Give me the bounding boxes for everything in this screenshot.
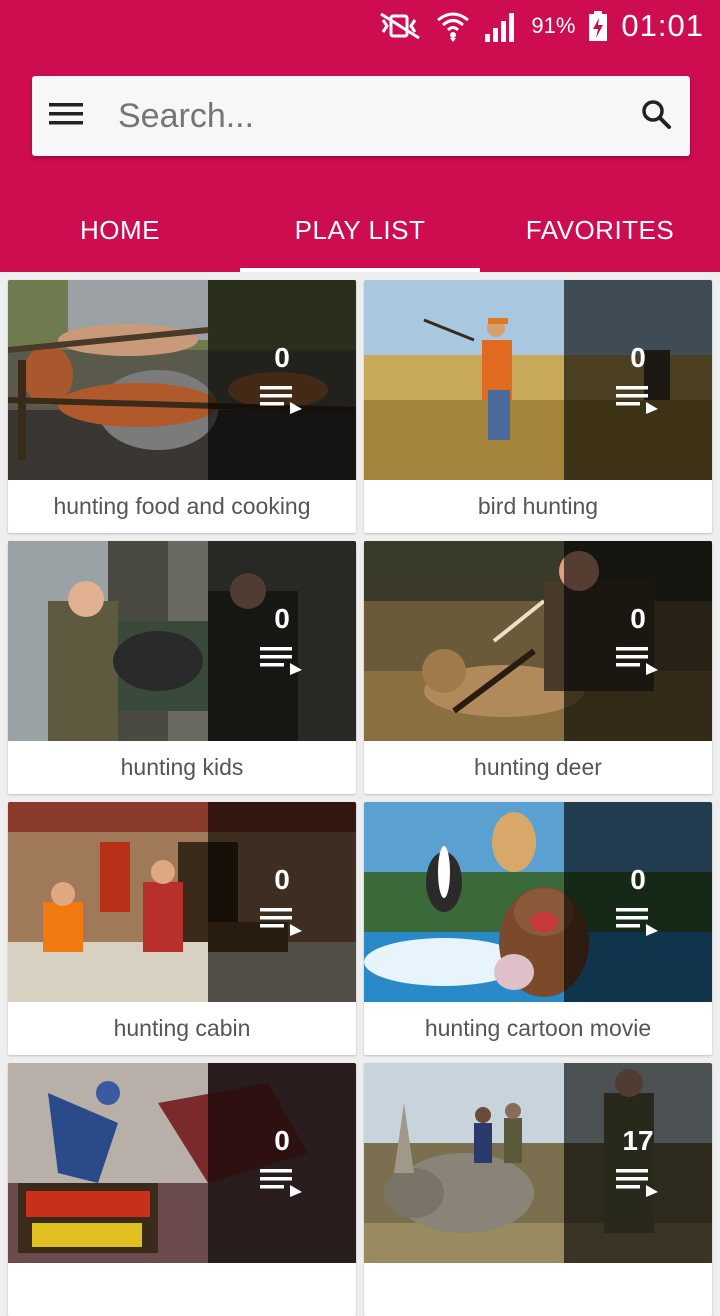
playlist-play-icon (260, 906, 304, 936)
playlist-title: hunting deer (474, 754, 602, 780)
playlist-overlay: 0 (208, 280, 356, 480)
tab-bar: HOME PLAY LIST FAVORITES (0, 188, 720, 272)
playlist-title: hunting cartoon movie (424, 1015, 652, 1041)
video-count: 0 (630, 342, 646, 373)
status-bar: 91% 01:01 (0, 0, 720, 52)
playlist-title: bird hunting (477, 493, 599, 519)
video-count: 0 (274, 342, 290, 373)
playlist-card[interactable]: 0 hunting deer (364, 541, 712, 794)
playlist-card[interactable]: 0 hunting cartoon movie (364, 802, 712, 1055)
playlist-overlay: 0 (208, 802, 356, 1002)
playlist-overlay: 17 (564, 1063, 712, 1263)
playlist-thumbnail: 0 (8, 1063, 356, 1263)
search-bar (32, 76, 690, 156)
playlist-thumbnail: 0 (8, 541, 356, 741)
playlist-overlay: 0 (208, 541, 356, 741)
playlist-thumbnail: 0 (364, 802, 712, 1002)
tab-label: PLAY LIST (294, 214, 426, 245)
playlist-thumbnail: 17 (364, 1063, 712, 1263)
playlist-card[interactable]: 17 (364, 1063, 712, 1316)
app-bar: 91% 01:01 HOME PLAY LIST FAVORITES (0, 0, 720, 272)
signal-icon (483, 10, 519, 42)
status-time: 01:01 (621, 8, 704, 43)
video-count: 0 (274, 603, 290, 634)
playlist-title: hunting cabin (113, 1015, 251, 1041)
wifi-icon (435, 10, 471, 42)
video-count: 17 (622, 1125, 654, 1156)
tab-home[interactable]: HOME (0, 188, 240, 272)
playlist-overlay: 0 (564, 802, 712, 1002)
playlist-overlay: 0 (564, 541, 712, 741)
battery-percent: 91% (531, 13, 576, 38)
playlist-title (8, 1263, 356, 1316)
playlist-thumbnail: 0 (364, 541, 712, 741)
playlist-card[interactable]: 0 hunting kids (8, 541, 356, 794)
search-icon (640, 98, 672, 135)
search-input[interactable] (118, 92, 598, 140)
playlist-title: hunting food and cooking (53, 493, 311, 519)
playlist-play-icon (616, 1167, 660, 1197)
video-count: 0 (630, 603, 646, 634)
playlist-overlay: 0 (564, 280, 712, 480)
playlist-overlay: 0 (208, 1063, 356, 1263)
playlist-title (364, 1263, 712, 1316)
playlist-card[interactable]: 0 bird hunting (364, 280, 712, 533)
playlist-play-icon (616, 384, 660, 414)
playlist-thumbnail: 0 (364, 280, 712, 480)
tab-label: HOME (80, 214, 160, 245)
hamburger-menu-icon (48, 100, 84, 133)
video-count: 0 (274, 864, 290, 895)
video-count: 0 (274, 1125, 290, 1156)
playlist-title: hunting kids (120, 754, 244, 780)
playlist-play-icon (616, 906, 660, 936)
playlist-card[interactable]: 0 hunting food and cooking (8, 280, 356, 533)
tab-playlist[interactable]: PLAY LIST (240, 188, 480, 272)
video-count: 0 (630, 864, 646, 895)
playlist-card[interactable]: 0 (8, 1063, 356, 1316)
tab-label: FAVORITES (525, 214, 675, 245)
playlist-play-icon (616, 645, 660, 675)
playlist-play-icon (260, 645, 304, 675)
battery-charging-icon (587, 10, 609, 42)
menu-button[interactable] (46, 96, 86, 136)
playlist-play-icon (260, 1167, 304, 1197)
tab-favorites[interactable]: FAVORITES (480, 188, 720, 272)
playlist-thumbnail: 0 (8, 280, 356, 480)
mute-vibrate-icon (377, 10, 423, 42)
playlist-card[interactable]: 0 hunting cabin (8, 802, 356, 1055)
playlist-play-icon (260, 384, 304, 414)
search-button[interactable] (636, 96, 676, 136)
playlist-thumbnail: 0 (8, 802, 356, 1002)
playlist-grid: 0 hunting food and cooking 0 bird huntin… (0, 272, 720, 1316)
